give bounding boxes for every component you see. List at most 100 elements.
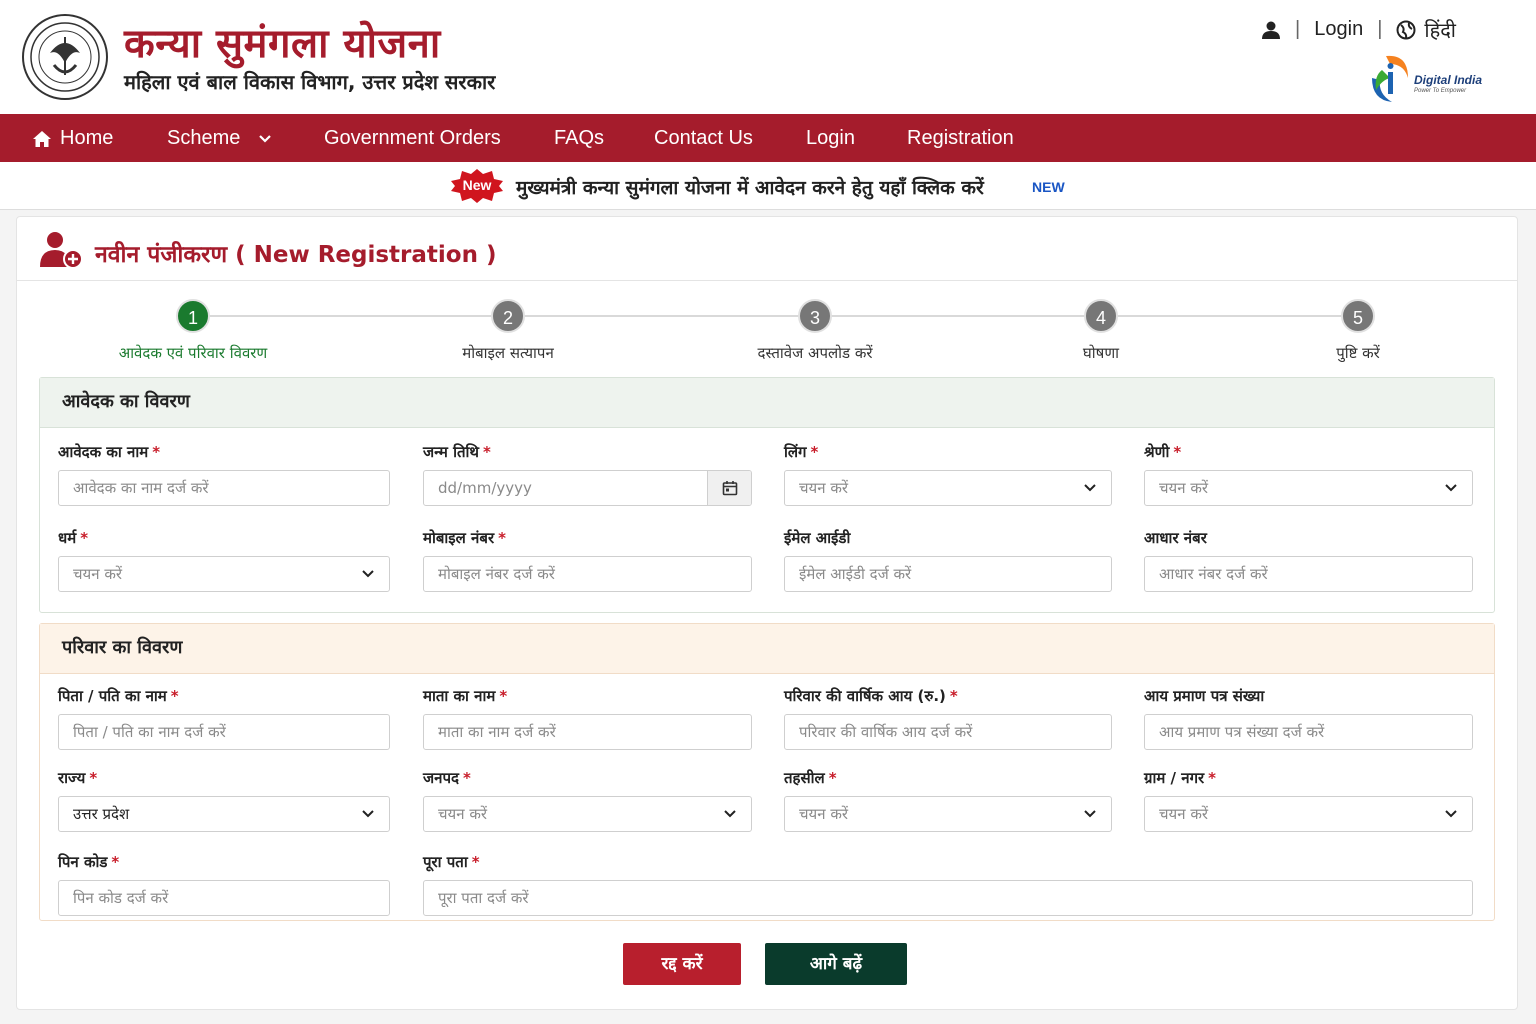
top-login-link[interactable]: Login — [1314, 18, 1363, 41]
income-cert-input[interactable]: आय प्रमाण पत्र संख्या दर्ज करें — [1144, 714, 1473, 750]
dob-placeholder: dd/mm/yyyy — [438, 479, 532, 497]
field-label: लिंग * — [784, 443, 819, 461]
top-links: | Login | हिंदी — [1261, 16, 1456, 43]
language-toggle[interactable]: हिंदी — [1396, 16, 1456, 43]
site-header: कन्या सुमंगला योजना महिला एवं बाल विकास … — [0, 0, 1536, 114]
category-field: श्रेणी * चयन करें — [1144, 442, 1473, 506]
registration-card: नवीन पंजीकरण ( New Registration ) 1 आवेद… — [16, 216, 1518, 1010]
new-badge: New — [450, 169, 504, 203]
nav-scheme[interactable]: Scheme — [167, 127, 272, 150]
mother-name-input[interactable]: माता का नाम दर्ज करें — [423, 714, 752, 750]
tehsil-field: तहसील * चयन करें — [784, 768, 1112, 832]
state-select[interactable]: उत्तर प्रदेश — [58, 796, 390, 832]
section-heading: आवेदक का विवरण — [40, 378, 1494, 428]
chevron-down-icon — [362, 810, 374, 818]
pincode-input[interactable]: पिन कोड दर्ज करें — [58, 880, 390, 916]
cancel-button[interactable]: रद्द करें — [623, 943, 741, 985]
email-input[interactable]: ईमेल आईडी दर्ज करें — [784, 556, 1112, 592]
village-select[interactable]: चयन करें — [1144, 796, 1473, 832]
nav-government-orders[interactable]: Government Orders — [324, 127, 501, 150]
user-icon[interactable] — [1261, 20, 1281, 40]
field-label: माता का नाम * — [423, 687, 508, 705]
site-title: कन्या सुमंगला योजना — [124, 21, 441, 67]
card-header: नवीन पंजीकरण ( New Registration ) — [17, 217, 1517, 281]
aadhaar-field: आधार नंबर आधार नंबर दर्ज करें — [1144, 528, 1473, 592]
step-3: 3 दस्तावेज अपलोड करें — [695, 299, 935, 363]
add-user-icon — [40, 232, 83, 269]
step-2: 2 मोबाइल सत्यापन — [388, 299, 628, 363]
step-label: घोषणा — [1082, 344, 1120, 362]
religion-select[interactable]: चयन करें — [58, 556, 390, 592]
state-field: राज्य * उत्तर प्रदेश — [58, 768, 390, 832]
globe-icon — [1396, 20, 1416, 39]
step-number: 1 — [176, 299, 210, 333]
nav-home-label: Home — [60, 127, 114, 149]
nav-login[interactable]: Login — [806, 127, 855, 150]
step-number: 4 — [1084, 299, 1118, 333]
divider: | — [1377, 18, 1383, 40]
applicant-section: आवेदक का विवरण आवेदक का नाम * आवेदक का ना… — [39, 377, 1495, 613]
chevron-down-icon — [1445, 484, 1457, 492]
new-badge-label: New — [462, 177, 492, 193]
pincode-field: पिन कोड * पिन कोड दर्ज करें — [58, 852, 390, 916]
calendar-button[interactable] — [707, 471, 751, 505]
language-label: हिंदी — [1424, 18, 1456, 42]
step-4: 4 घोषणा — [981, 299, 1221, 363]
home-icon — [33, 130, 51, 147]
father-name-input[interactable]: पिता / पति का नाम दर्ज करें — [58, 714, 390, 750]
nav-registration[interactable]: Registration — [907, 127, 1014, 150]
step-number: 3 — [798, 299, 832, 333]
field-label: पूरा पता * — [423, 853, 480, 871]
field-label: राज्य * — [58, 769, 98, 787]
ticker-link[interactable]: मुख्यमंत्री कन्या सुमंगला योजना में आवेद… — [516, 174, 984, 200]
digital-india-title: Digital India — [1414, 73, 1482, 87]
dob-field: जन्म तिथि * dd/mm/yyyy — [423, 442, 752, 506]
section-heading: परिवार का विवरण — [40, 624, 1494, 674]
field-label: धर्म * — [58, 529, 89, 547]
field-label: जनपद * — [423, 769, 471, 787]
field-label: परिवार की वार्षिक आय (रु.) * — [784, 687, 958, 705]
category-select[interactable]: चयन करें — [1144, 470, 1473, 506]
page-title: नवीन पंजीकरण ( New Registration ) — [95, 242, 497, 268]
mobile-input[interactable]: मोबाइल नंबर दर्ज करें — [423, 556, 752, 592]
step-1: 1 आवेदक एवं परिवार विवरण — [73, 299, 313, 363]
field-label: आवेदक का नाम * — [58, 443, 161, 461]
step-5: 5 पुष्टि करें — [1238, 299, 1478, 363]
chevron-down-icon — [1445, 810, 1457, 818]
chevron-down-icon — [1084, 810, 1096, 818]
dob-input[interactable]: dd/mm/yyyy — [423, 470, 752, 506]
field-label: श्रेणी * — [1144, 443, 1182, 461]
calendar-icon — [722, 481, 738, 496]
income-cert-field: आय प्रमाण पत्र संख्या आय प्रमाण पत्र संख… — [1144, 686, 1473, 750]
step-label: आवेदक एवं परिवार विवरण — [118, 344, 268, 362]
gender-field: लिंग * चयन करें — [784, 442, 1112, 506]
divider: | — [1295, 18, 1301, 40]
field-label: जन्म तिथि * — [423, 443, 491, 461]
gender-select[interactable]: चयन करें — [784, 470, 1112, 506]
step-number: 2 — [491, 299, 525, 333]
father-name-field: पिता / पति का नाम * पिता / पति का नाम दर्… — [58, 686, 390, 750]
district-select[interactable]: चयन करें — [423, 796, 752, 832]
nav-scheme-label: Scheme — [167, 127, 241, 149]
address-input[interactable]: पूरा पता दर्ज करें — [423, 880, 1473, 916]
field-label: आधार नंबर — [1144, 529, 1207, 547]
chevron-down-icon — [724, 810, 736, 818]
field-label: मोबाइल नंबर * — [423, 529, 506, 547]
district-field: जनपद * चयन करें — [423, 768, 752, 832]
applicant-name-field: आवेदक का नाम * आवेदक का नाम दर्ज करें — [58, 442, 390, 506]
aadhaar-input[interactable]: आधार नंबर दर्ज करें — [1144, 556, 1473, 592]
nav-home[interactable]: Home — [32, 127, 113, 150]
up-govt-emblem-icon — [22, 14, 108, 100]
village-field: ग्राम / नगर * चयन करें — [1144, 768, 1473, 832]
nav-faqs[interactable]: FAQs — [554, 127, 604, 150]
tehsil-select[interactable]: चयन करें — [784, 796, 1112, 832]
applicant-name-input[interactable]: आवेदक का नाम दर्ज करें — [58, 470, 390, 506]
next-button[interactable]: आगे बढ़ें — [765, 943, 907, 985]
announcement-ticker: New मुख्यमंत्री कन्या सुमंगला योजना में … — [0, 162, 1536, 210]
field-label: आय प्रमाण पत्र संख्या — [1144, 687, 1265, 705]
site-subtitle: महिला एवं बाल विकास विभाग, उत्तर प्रदेश … — [124, 70, 496, 94]
nav-contact-us[interactable]: Contact Us — [654, 127, 753, 150]
chevron-down-icon — [259, 134, 272, 143]
annual-income-input[interactable]: परिवार की वार्षिक आय दर्ज करें — [784, 714, 1112, 750]
field-label: पिता / पति का नाम * — [58, 687, 179, 705]
